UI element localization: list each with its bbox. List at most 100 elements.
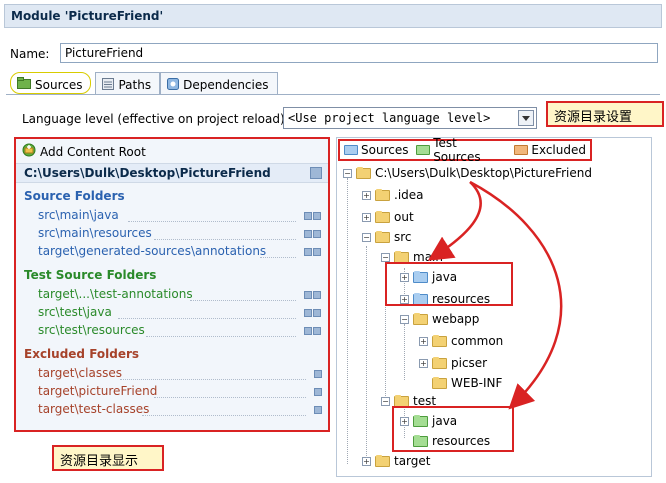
tab-sources[interactable]: Sources: [10, 72, 92, 94]
source-folders-heading: Source Folders: [24, 189, 125, 203]
excluded-folder-item: target\classes: [38, 366, 122, 380]
tree-node-picser[interactable]: + picser: [419, 356, 487, 370]
tree-node-idea[interactable]: + .idea: [362, 188, 424, 202]
folder-actions[interactable]: [304, 230, 321, 238]
folder-icon: [375, 210, 390, 223]
tree-node-webapp[interactable]: − webapp: [400, 312, 479, 326]
remove-icon[interactable]: [314, 370, 322, 378]
excluded-folders-heading: Excluded Folders: [24, 347, 140, 361]
edit-icon[interactable]: [304, 230, 312, 238]
folder-actions[interactable]: [314, 388, 322, 396]
remove-icon[interactable]: [313, 212, 321, 220]
folder-icon: [394, 394, 409, 407]
folder-type-toolbar: Sources Test Sources Excluded: [338, 136, 592, 164]
source-folder-item: src\main\resources: [38, 226, 152, 240]
leader-dots: [146, 336, 296, 337]
remove-icon[interactable]: [314, 406, 322, 414]
remove-icon[interactable]: [313, 309, 321, 317]
mark-sources-button[interactable]: Sources: [344, 143, 408, 157]
remove-root-icon[interactable]: [310, 167, 322, 179]
source-folder-item: target\generated-sources\annotations: [38, 244, 267, 258]
edit-icon[interactable]: [304, 309, 312, 317]
annotation-display: 资源目录显示: [52, 445, 164, 471]
expand-icon[interactable]: +: [362, 212, 371, 222]
folder-actions[interactable]: [314, 370, 322, 378]
folder-actions[interactable]: [304, 212, 321, 220]
leader-dots: [154, 397, 306, 398]
tab-dependencies[interactable]: Dependencies: [160, 72, 278, 94]
collapse-icon[interactable]: −: [381, 396, 390, 406]
leader-dots: [120, 379, 306, 380]
test-folder-item: target\...\test-annotations: [38, 287, 193, 301]
tree-node-webinf[interactable]: WEB-INF: [432, 376, 502, 390]
language-level-select[interactable]: <Use project language level>: [283, 107, 537, 129]
paths-icon: [102, 77, 115, 93]
tree-node-label: WEB-INF: [451, 376, 503, 390]
remove-icon[interactable]: [313, 230, 321, 238]
leader-dots: [154, 239, 296, 240]
edit-icon[interactable]: [304, 327, 312, 335]
expand-icon[interactable]: +: [419, 358, 428, 368]
tree-node-root[interactable]: − C:\Users\Dulk\Desktop\PictureFriend: [343, 166, 592, 180]
folder-actions[interactable]: [304, 327, 321, 335]
tab-dependencies-label: Dependencies: [183, 78, 269, 92]
tree-node-label: src: [394, 230, 412, 244]
mark-test-sources-label: Test Sources: [433, 136, 481, 164]
remove-icon[interactable]: [314, 388, 322, 396]
remove-icon[interactable]: [313, 248, 321, 256]
collapse-icon[interactable]: −: [400, 314, 409, 324]
folder-icon: [17, 77, 31, 92]
test-folder-item: src\test\java: [38, 305, 112, 319]
folder-actions[interactable]: [304, 248, 321, 256]
tree-node-common[interactable]: + common: [419, 334, 503, 348]
collapse-icon[interactable]: −: [343, 168, 352, 178]
expand-icon[interactable]: +: [362, 456, 371, 466]
folder-actions[interactable]: [304, 291, 321, 299]
tree-node-out[interactable]: + out: [362, 210, 414, 224]
expand-icon[interactable]: +: [362, 190, 371, 200]
edit-icon[interactable]: [304, 291, 312, 299]
expand-icon[interactable]: +: [419, 336, 428, 346]
folder-icon: [432, 334, 447, 347]
tree-node-label: out: [394, 210, 414, 224]
module-name-input[interactable]: PictureFriend: [60, 43, 658, 63]
folder-icon: [375, 230, 390, 243]
source-folder-item: src\main\java: [38, 208, 119, 222]
folder-actions[interactable]: [304, 309, 321, 317]
tab-paths-label: Paths: [118, 78, 152, 92]
content-root-path[interactable]: C:\Users\Dulk\Desktop\PictureFriend: [16, 163, 328, 183]
mark-test-sources-button[interactable]: Test Sources: [416, 136, 506, 164]
tree-node-label: C:\Users\Dulk\Desktop\PictureFriend: [375, 166, 592, 180]
test-folders-heading: Test Source Folders: [24, 268, 157, 282]
test-folder-item: src\test\resources: [38, 323, 145, 337]
tree-node-label: picser: [451, 356, 488, 370]
excluded-folder-item: target\test-classes: [38, 402, 150, 416]
tab-paths[interactable]: Paths: [95, 72, 161, 94]
edit-icon[interactable]: [304, 248, 312, 256]
add-content-root-icon: [22, 143, 36, 160]
tree-node-target[interactable]: + target: [362, 454, 431, 468]
content-roots-panel: Add Content Root C:\Users\Dulk\Desktop\P…: [14, 137, 330, 432]
edit-icon[interactable]: [304, 212, 312, 220]
collapse-icon[interactable]: −: [362, 232, 371, 242]
tree-node-src[interactable]: − src: [362, 230, 412, 244]
language-level-label: Language level (effective on project rel…: [22, 112, 289, 126]
tree-node-label: .idea: [394, 188, 424, 202]
tree-node-label: common: [451, 334, 504, 348]
collapse-icon[interactable]: −: [381, 252, 390, 262]
excluded-folder-item: target\pictureFriend: [38, 384, 158, 398]
tab-sources-label: Sources: [35, 77, 83, 92]
tab-divider: [6, 94, 660, 95]
mark-excluded-button[interactable]: Excluded: [514, 143, 586, 157]
name-label: Name:: [10, 47, 50, 61]
mark-excluded-label: Excluded: [531, 143, 586, 157]
tab-bar: Sources Paths Dependencies: [10, 72, 278, 94]
add-content-root-button[interactable]: Add Content Root: [22, 143, 146, 160]
folder-icon: [432, 356, 447, 369]
folder-icon: [375, 454, 390, 467]
remove-icon[interactable]: [313, 291, 321, 299]
folder-actions[interactable]: [314, 406, 322, 414]
chevron-down-icon[interactable]: [518, 110, 534, 126]
remove-icon[interactable]: [313, 327, 321, 335]
main-source-highlight: [385, 262, 513, 306]
